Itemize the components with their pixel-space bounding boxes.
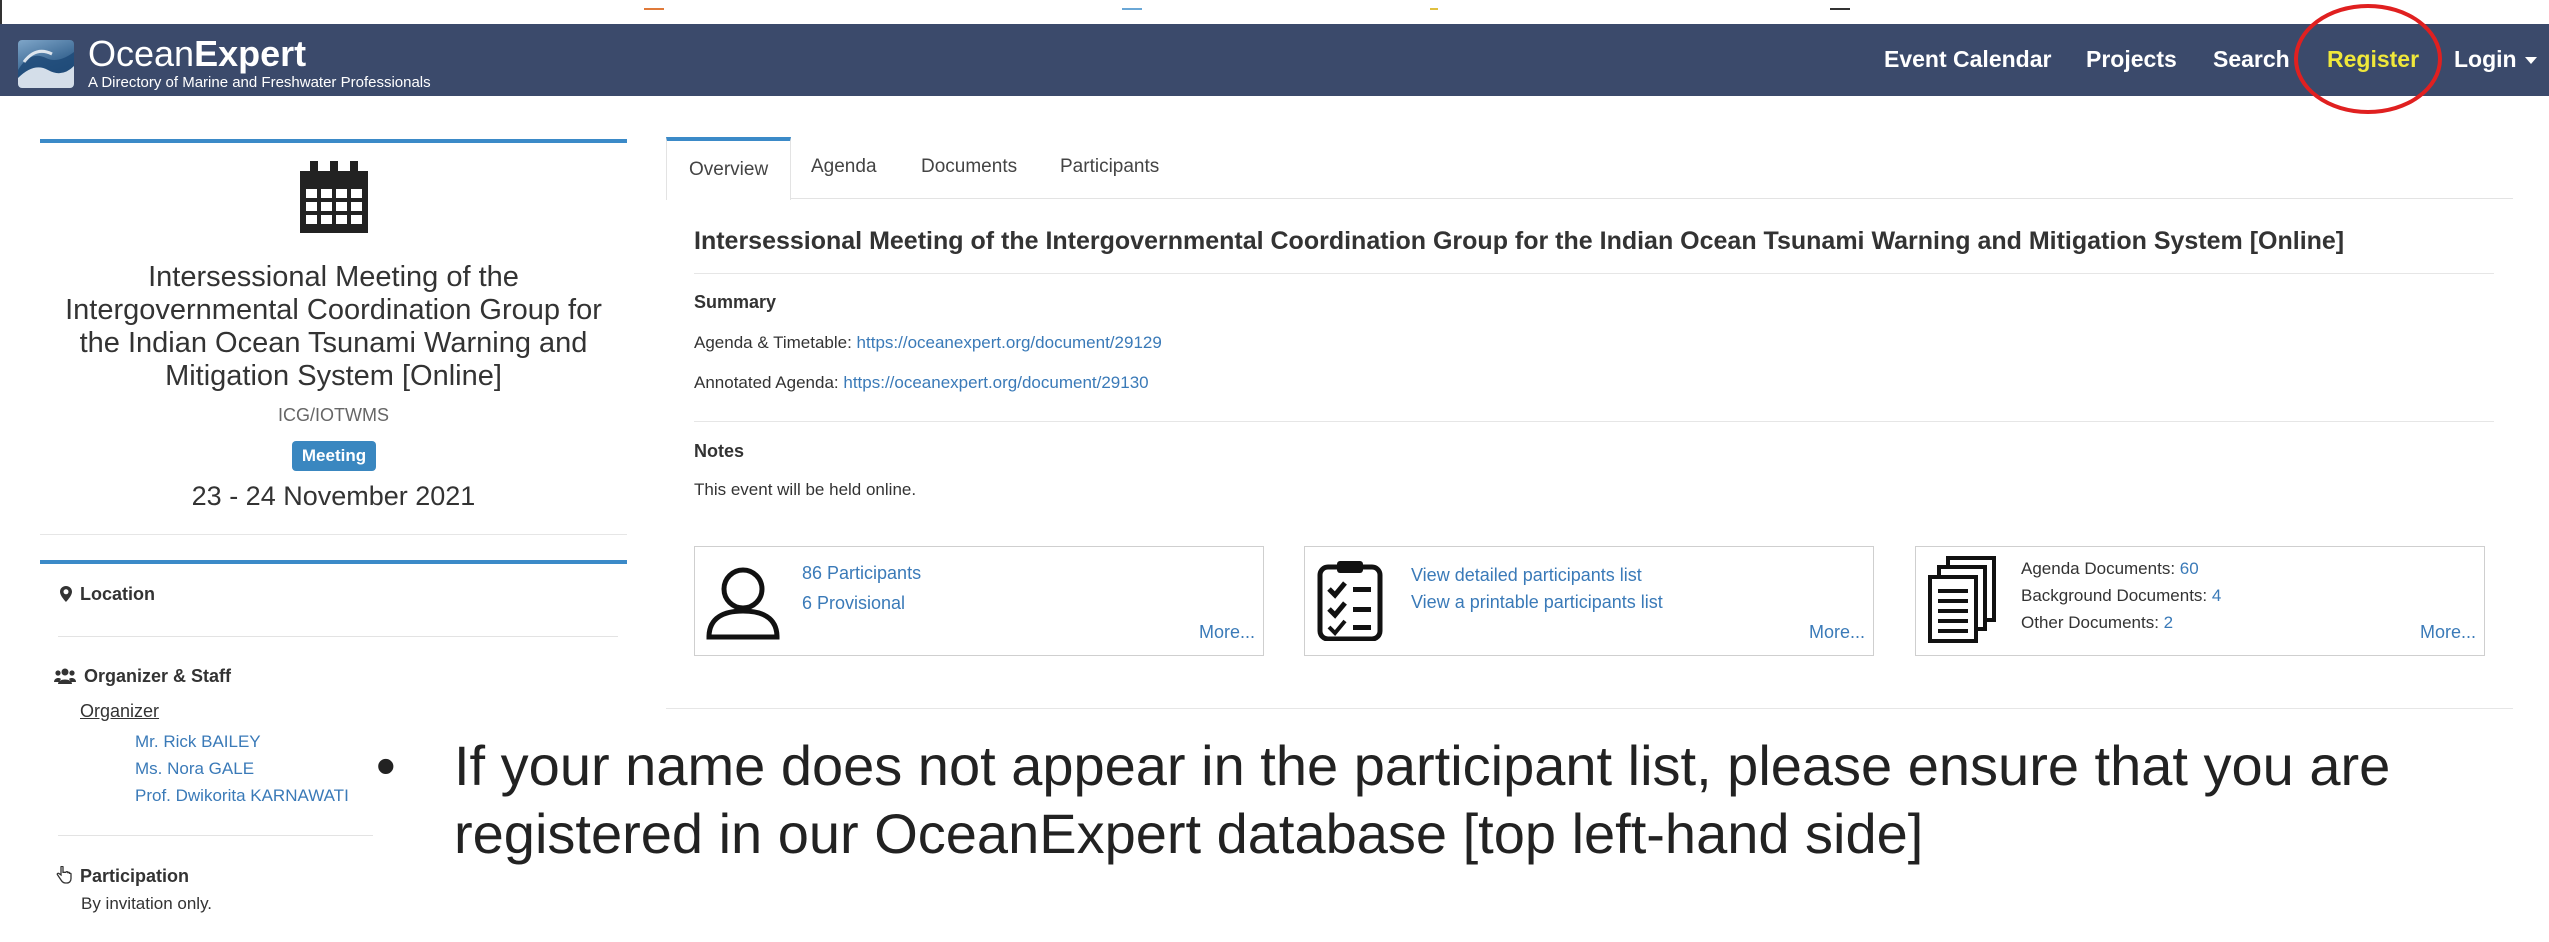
checklist-clipboard-icon xyxy=(1317,561,1383,641)
nav-login[interactable]: Login xyxy=(2454,44,2537,74)
brand-name[interactable]: OceanExpert xyxy=(88,34,306,74)
background-documents-line: Background Documents: 4 xyxy=(2021,586,2221,606)
participation-heading[interactable]: Participation xyxy=(56,865,190,887)
tab-overview[interactable]: Overview xyxy=(666,137,792,200)
organizer-staff-label: Organizer & Staff xyxy=(84,666,232,686)
documents-stack-icon xyxy=(1928,556,1996,643)
register-highlight-circle xyxy=(2294,4,2442,114)
agenda-timetable-link[interactable]: https://oceanexpert.org/document/29129 xyxy=(857,333,1162,352)
location-heading[interactable]: Location xyxy=(60,584,155,605)
participants-count-link[interactable]: 86 Participants xyxy=(802,563,921,584)
participation-label: Participation xyxy=(80,866,190,886)
organizer-label: Organizer xyxy=(80,701,160,721)
annotated-agenda-link[interactable]: https://oceanexpert.org/document/29130 xyxy=(843,373,1148,392)
agenda-timetable-line: Agenda & Timetable: https://oceanexpert.… xyxy=(694,333,1162,353)
documents-more-link[interactable]: More... xyxy=(2420,622,2476,643)
event-title: Intersessional Meeting of the Intergover… xyxy=(65,261,602,392)
other-documents-label: Other Documents: xyxy=(2021,613,2164,632)
bullet-point: • xyxy=(376,734,396,797)
divider xyxy=(58,636,618,637)
nav-login-label: Login xyxy=(2454,46,2517,72)
event-type-badge: Meeting xyxy=(292,441,376,471)
brand-light: Ocean xyxy=(88,33,195,74)
participant-lists-box: View detailed participants list View a p… xyxy=(1304,546,1874,656)
instruction-text: If your name does not appear in the part… xyxy=(454,734,2391,865)
agenda-documents-count-link[interactable]: 60 xyxy=(2180,559,2199,578)
agenda-documents-line: Agenda Documents: 60 xyxy=(2021,559,2199,579)
notes-text: This event will be held online. xyxy=(694,480,917,499)
location-heading-label: Location xyxy=(80,584,155,604)
event-summary-card: Intersessional Meeting of the Intergover… xyxy=(40,139,627,535)
other-documents-line: Other Documents: 2 xyxy=(2021,613,2173,633)
other-documents-count-link[interactable]: 2 xyxy=(2164,613,2173,632)
brand-tagline: A Directory of Marine and Freshwater Pro… xyxy=(88,74,431,91)
divider xyxy=(694,273,2494,274)
nav-search[interactable]: Search xyxy=(2213,44,2290,74)
nav-projects[interactable]: Projects xyxy=(2086,44,2177,74)
provisional-count-link[interactable]: 6 Provisional xyxy=(802,593,905,614)
annotated-agenda-line: Annotated Agenda: https://oceanexpert.or… xyxy=(694,373,1149,393)
hand-pointer-icon xyxy=(56,865,72,884)
calendar-icon xyxy=(300,161,368,233)
detailed-participants-list-link[interactable]: View detailed participants list xyxy=(1411,565,1642,586)
background-documents-label: Background Documents: xyxy=(2021,586,2212,605)
participants-more-link[interactable]: More... xyxy=(1199,622,1255,643)
users-icon xyxy=(54,668,76,684)
overview-title: Intersessional Meeting of the Intergover… xyxy=(694,227,2345,255)
background-documents-count-link[interactable]: 4 xyxy=(2212,586,2221,605)
event-dates: 23 - 24 November 2021 xyxy=(191,481,476,511)
documents-summary-box: Agenda Documents: 60 Background Document… xyxy=(1915,546,2485,656)
tab-documents[interactable]: Documents xyxy=(921,137,1017,199)
participants-summary-box: 86 Participants 6 Provisional More... xyxy=(694,546,1264,656)
nav-event-calendar[interactable]: Event Calendar xyxy=(1884,44,2051,74)
agenda-timetable-label: Agenda & Timetable: xyxy=(694,333,857,352)
summary-label: Summary xyxy=(694,292,777,312)
event-main-panel: Overview Agenda Documents Participants I… xyxy=(666,137,2513,709)
notes-label: Notes xyxy=(694,441,745,461)
brand-bold: Expert xyxy=(194,33,307,74)
top-strip xyxy=(0,0,2549,24)
annotated-agenda-label: Annotated Agenda: xyxy=(694,373,844,392)
map-marker-icon xyxy=(60,586,72,602)
event-tabs: Overview Agenda Documents Participants xyxy=(666,137,2513,200)
user-outline-icon xyxy=(706,567,780,640)
agenda-documents-label: Agenda Documents: xyxy=(2021,559,2180,578)
staff-link-rick-bailey[interactable]: Mr. Rick BAILEY xyxy=(135,732,261,752)
tab-participants[interactable]: Participants xyxy=(1060,137,1159,199)
caret-down-icon xyxy=(2524,57,2537,65)
organizer-staff-heading[interactable]: Organizer & Staff xyxy=(54,666,231,687)
top-navbar: OceanExpert A Directory of Marine and Fr… xyxy=(0,24,2549,96)
tab-agenda[interactable]: Agenda xyxy=(811,137,877,199)
divider xyxy=(694,421,2494,422)
oceanexpert-logo-icon[interactable] xyxy=(18,40,74,88)
staff-link-dwikorita-karnawati[interactable]: Prof. Dwikorita KARNAWATI xyxy=(135,786,349,806)
staff-link-nora-gale[interactable]: Ms. Nora GALE xyxy=(135,759,254,779)
printable-participants-list-link[interactable]: View a printable participants list xyxy=(1411,592,1663,613)
event-acronym: ICG/IOTWMS xyxy=(278,405,389,425)
divider xyxy=(58,835,373,836)
lists-more-link[interactable]: More... xyxy=(1809,622,1865,643)
participation-text: By invitation only. xyxy=(81,894,213,913)
